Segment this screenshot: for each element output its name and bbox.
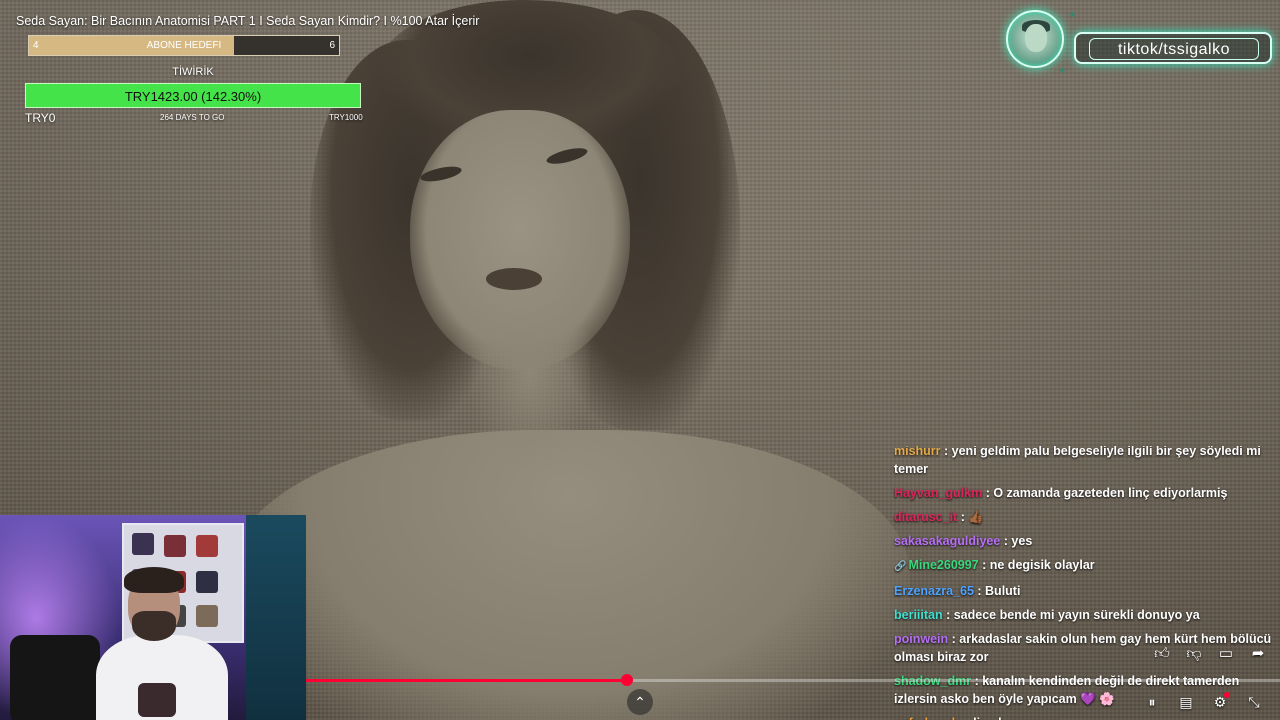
chat-text: : 👍🏾 bbox=[957, 510, 984, 524]
chat-text: : linç her zaman bbox=[962, 716, 1060, 720]
webcam-person-hair bbox=[124, 567, 184, 593]
photo-shoulders bbox=[230, 430, 910, 720]
chat-text: : sadece bende mi yayın sürekli donuyo y… bbox=[942, 608, 1200, 622]
side-actions: 👍︎ 👎︎ ▭ ➦ bbox=[1150, 642, 1270, 666]
pause-icon[interactable]: ⏸ bbox=[1140, 690, 1164, 714]
chat-message: 🔗 Mine260997 : ne degisik olaylar bbox=[888, 554, 1280, 580]
avatar-head bbox=[1025, 24, 1047, 52]
tip-goal-max: TRY1000 bbox=[329, 113, 363, 122]
chat-username[interactable]: Erzenazra_65 bbox=[894, 584, 974, 598]
chevron-up-icon[interactable]: ⌃ bbox=[627, 689, 653, 715]
tip-goal-bar: TRY1423.00 (142.30%) bbox=[25, 83, 361, 108]
shelf-item bbox=[196, 571, 218, 593]
webcam-shirt-logo bbox=[138, 683, 176, 717]
shelf-item bbox=[132, 533, 154, 555]
tip-goal-days: 264 DAYS TO GO bbox=[160, 113, 225, 122]
sparkle-icon: ✦ bbox=[1068, 10, 1077, 21]
sparkle-icon: ✦ bbox=[1058, 66, 1067, 77]
chat-username[interactable]: naferhunde bbox=[894, 716, 962, 720]
player-control-bar: ⏸ ▤ ⚙ ⤡ bbox=[1140, 690, 1266, 714]
photo-face bbox=[410, 110, 630, 370]
webcam-person-beard bbox=[132, 611, 176, 641]
tiktok-label-box: tiktok/tssigalko bbox=[1089, 38, 1259, 60]
chat-username[interactable]: sakasakaguldiyee bbox=[894, 534, 1000, 548]
chat-username[interactable]: Mine260997 bbox=[908, 558, 978, 572]
video-title[interactable]: Seda Sayan: Bir Bacının Anatomisi PART 1… bbox=[16, 14, 479, 28]
chat-username[interactable]: poinwein bbox=[894, 632, 948, 646]
chat-username[interactable]: ditarusc_it bbox=[894, 510, 957, 524]
tip-goal-amount: TRY1423.00 (142.30%) bbox=[124, 89, 262, 104]
chat-text: : ne degisik olaylar bbox=[978, 558, 1095, 572]
subscriber-goal-target: 6 bbox=[329, 40, 335, 51]
webcam-right-wall bbox=[246, 515, 306, 720]
captions-icon[interactable]: ▤ bbox=[1174, 690, 1198, 714]
thumbs-down-icon[interactable]: 👎︎ bbox=[1182, 642, 1206, 666]
video-progress-bar[interactable] bbox=[306, 674, 1280, 686]
link-badge-icon: 🔗 bbox=[894, 561, 907, 572]
chat-username[interactable]: mishurr bbox=[894, 446, 941, 458]
minimize-icon[interactable]: ⤡ bbox=[1242, 690, 1266, 714]
chat-message: Hayvan_gulkm : O zamanda gazeteden linç … bbox=[888, 482, 1280, 506]
photo-lips bbox=[486, 268, 542, 290]
settings-icon[interactable]: ⚙ bbox=[1208, 690, 1232, 714]
webcam-chair bbox=[10, 635, 100, 720]
shelf-item bbox=[196, 605, 218, 627]
tiktok-avatar bbox=[1006, 10, 1064, 68]
chat-message: ditarusc_it : 👍🏾 bbox=[888, 506, 1280, 530]
chat-text: : yes bbox=[1000, 534, 1033, 548]
tip-goal-title: TİWİRİK bbox=[172, 66, 214, 78]
share-icon[interactable]: ➦ bbox=[1246, 642, 1270, 666]
chat-message: mishurr : yeni geldim palu belgeseliyle … bbox=[888, 446, 1280, 482]
chat-message: beriiitan : sadece bende mi yayın sürekl… bbox=[888, 604, 1280, 628]
hd-badge bbox=[1224, 692, 1230, 698]
comment-icon[interactable]: ▭ bbox=[1214, 642, 1238, 666]
subscriber-goal-bar: 4 ABONE HEDEFI 6 bbox=[28, 35, 340, 56]
tiktok-label: tiktok/tssigalko bbox=[1117, 41, 1231, 58]
chat-username[interactable]: Hayvan_gulkm bbox=[894, 486, 982, 500]
shelf-item bbox=[196, 535, 218, 557]
chat-text: : O zamanda gazeteden linç ediyorlarmiş bbox=[982, 486, 1228, 500]
tip-goal-min: TRY0 bbox=[25, 111, 56, 125]
chat-message: sakasakaguldiyee : yes bbox=[888, 530, 1280, 554]
chat-username[interactable]: beriiitan bbox=[894, 608, 943, 622]
webcam-feed bbox=[0, 515, 306, 720]
shelf-item bbox=[164, 535, 186, 557]
subscriber-goal-label: ABONE HEDEFI bbox=[146, 40, 222, 51]
progress-played bbox=[306, 679, 628, 682]
chat-text: : Buluti bbox=[973, 584, 1021, 598]
chat-message: Erzenazra_65 : Buluti bbox=[888, 580, 1280, 604]
chat-text: : yeni geldim palu belgeseliyle ilgili b… bbox=[894, 446, 1261, 476]
thumbs-up-icon[interactable]: 👍︎ bbox=[1150, 642, 1174, 666]
